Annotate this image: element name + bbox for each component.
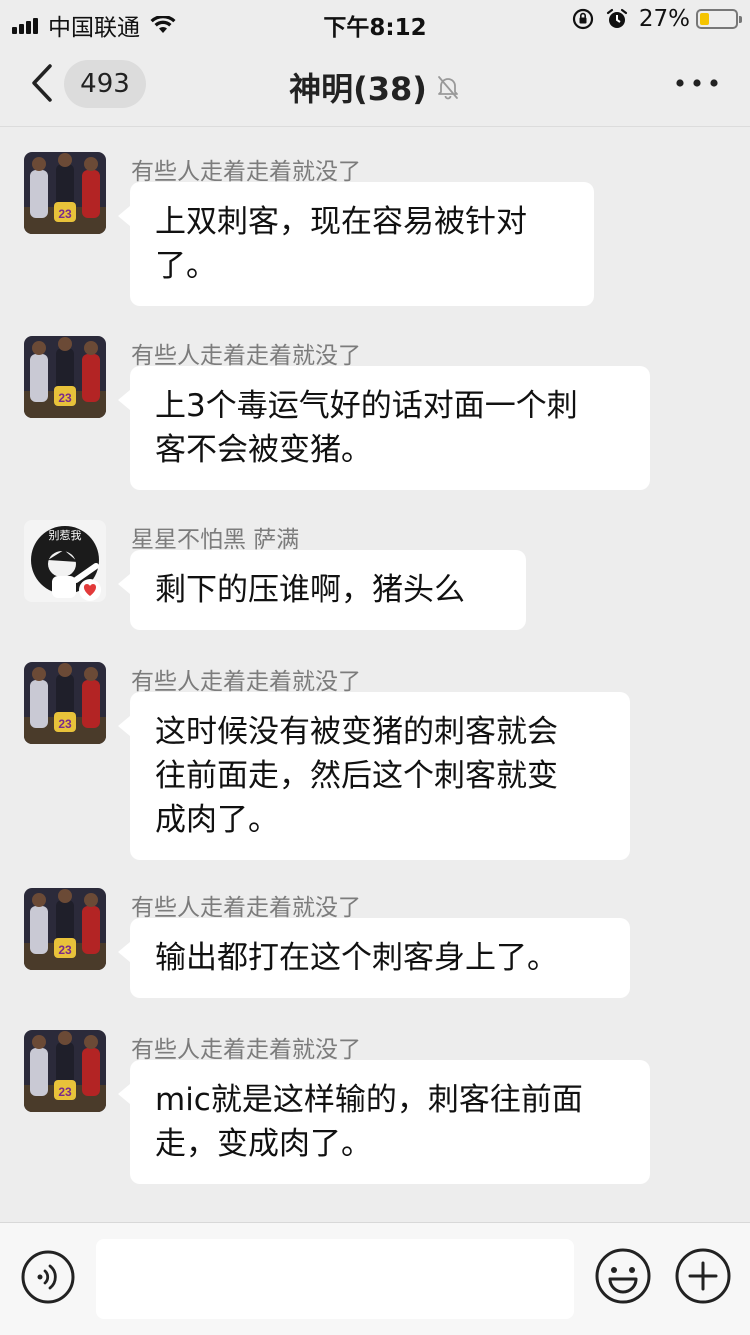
chat-title-wrap: 神明(38) [0,64,750,110]
message-line: 这时候没有被变猪的刺客就会 [155,714,558,750]
svg-text:23: 23 [58,943,72,957]
alarm-icon [606,8,627,28]
message-line: 走，变成肉了。 [155,1126,372,1162]
sender-name: 星星不怕黑 萨满 [131,527,300,553]
sender-name: 有些人走着走着就没了 [131,159,361,185]
message-line: 往前面走，然后这个刺客就变 [155,758,558,794]
basketball-players-avatar[interactable]: 23 [24,888,106,970]
svg-text:23: 23 [58,391,72,405]
message-line: 客不会被变猪。 [155,432,372,468]
sender-name: 有些人走着走着就没了 [131,895,361,921]
battery-fill [700,13,709,25]
more-horizontal-icon[interactable] [674,72,720,94]
cartoon-dab-avatar[interactable]: 别惹我 [24,520,106,602]
avatar-caption: 别惹我 [49,529,82,542]
status-bar: 中国联通 下午8:12 27% [0,0,750,42]
message-line: mic就是这样输的，刺客往前面 [155,1082,583,1118]
voice-icon[interactable] [20,1249,76,1305]
message-line: 上3个毒运气好的话对面一个刺 [155,388,578,424]
message-line: 输出都打在这个刺客身上了。 [155,940,558,976]
chat-title[interactable]: 神明(38) [289,64,427,110]
sender-name: 有些人走着走着就没了 [131,1037,361,1063]
sender-name: 有些人走着走着就没了 [131,669,361,695]
svg-text:23: 23 [58,1085,72,1099]
basketball-players-avatar[interactable]: 23 [24,336,106,418]
message-bubble[interactable]: 上3个毒运气好的话对面一个刺 客不会被变猪。 [118,366,650,490]
sender-name: 有些人走着走着就没了 [131,343,361,369]
message-line: 了。 [155,248,217,284]
message-line: 上双刺客，现在容易被针对 [155,204,527,240]
battery-icon [696,9,742,29]
svg-text:23: 23 [58,717,72,731]
message-bubble[interactable]: 上双刺客，现在容易被针对 了。 [118,182,594,306]
plus-circle-icon[interactable] [674,1247,732,1305]
message-line: 成肉了。 [155,802,279,838]
basketball-players-avatar[interactable]: 23 [24,662,106,744]
basketball-players-avatar[interactable]: 23 [24,1030,106,1112]
svg-text:23: 23 [58,207,72,221]
message-bubble[interactable]: 这时候没有被变猪的刺客就会 往前面走，然后这个刺客就变 成肉了。 [118,692,630,860]
message-bubble[interactable]: 剩下的压谁啊，猪头么 [118,550,526,630]
rotation-lock-icon [572,8,593,30]
message-bubble[interactable]: 输出都打在这个刺客身上了。 [118,918,630,998]
message-line: 剩下的压谁啊，猪头么 [155,572,465,608]
status-right: 27% [561,6,742,32]
message-bubble[interactable]: mic就是这样输的，刺客往前面 走，变成肉了。 [118,1060,650,1184]
message-input[interactable] [96,1239,574,1319]
emoji-icon[interactable] [594,1247,652,1305]
chat-header: 493 神明(38) [0,42,750,127]
battery-percent: 27% [638,6,690,32]
bell-muted-icon [437,76,458,100]
input-bar [0,1222,750,1335]
basketball-players-avatar[interactable]: 23 [24,152,106,234]
